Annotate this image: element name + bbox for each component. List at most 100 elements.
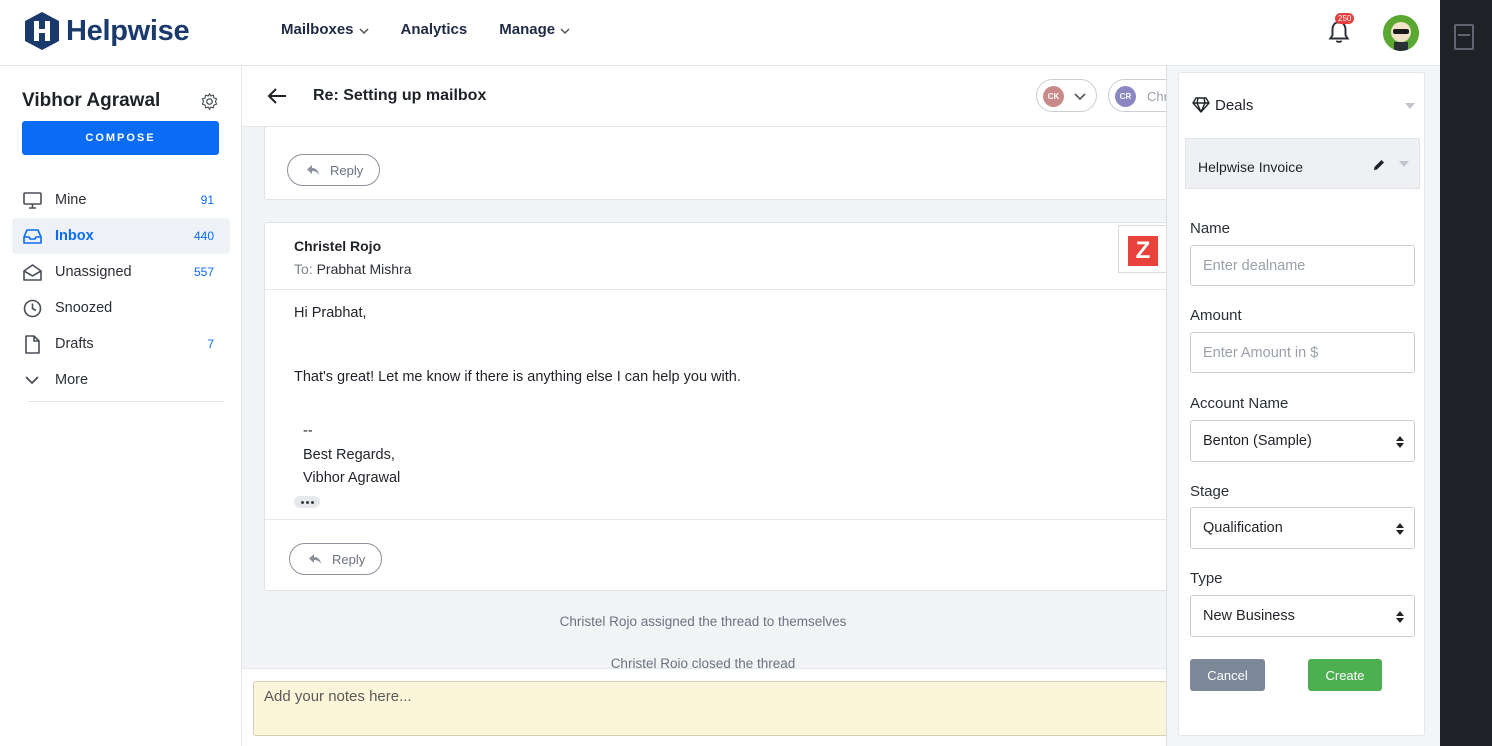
recipient-name: Prabhat Mishra (316, 261, 412, 277)
account-name-value: Benton (Sample) (1203, 433, 1312, 449)
nav-analytics[interactable]: Analytics (401, 21, 468, 38)
open-envelope-icon (22, 262, 42, 282)
compose-button[interactable]: COMPOSE (22, 121, 219, 155)
helpwise-logo-icon (25, 12, 59, 50)
deals-title: Deals (1215, 96, 1254, 114)
notes-input[interactable] (253, 681, 1166, 736)
monitor-icon (22, 190, 42, 210)
back-arrow-icon[interactable] (266, 85, 288, 107)
select-arrows-icon (1396, 611, 1404, 623)
chevron-down-icon (1074, 93, 1086, 101)
select-arrows-icon (1396, 523, 1404, 535)
sidebar-item-label: Unassigned (55, 264, 132, 280)
sidebar-item-snoozed[interactable]: Snoozed (12, 290, 230, 326)
cancel-button[interactable]: Cancel (1190, 659, 1265, 691)
sidebar-item-label: Inbox (55, 228, 94, 244)
reply-icon (307, 165, 319, 175)
sidebar-item-label: More (55, 372, 89, 388)
signature-name: Vibhor Agrawal (303, 470, 401, 486)
create-button[interactable]: Create (1308, 659, 1382, 691)
signature-dash: -- (303, 423, 313, 439)
pencil-icon[interactable] (1372, 158, 1386, 172)
stage-value: Qualification (1203, 520, 1283, 536)
message-recipient: To: Prabhat Mishra (294, 261, 412, 277)
sidebar-item-mine[interactable]: Mine 91 (12, 182, 230, 218)
reply-button[interactable]: Reply (287, 154, 381, 186)
top-navbar: Helpwise Mailboxes Analytics Manage 250 (0, 0, 1440, 66)
clock-icon (22, 298, 42, 318)
deal-name-input[interactable] (1190, 245, 1415, 286)
notes-bar (242, 668, 1166, 746)
sidebar-item-count: 91 (200, 193, 214, 207)
zoho-crm-button[interactable]: Z (1118, 225, 1166, 273)
assignee-avatar: CK (1043, 86, 1064, 107)
sidebar-item-inbox[interactable]: Inbox 440 (12, 218, 230, 254)
footer-divider (265, 519, 1166, 520)
sidebar: Vibhor Agrawal COMPOSE Mine 91 Inbox 440… (0, 66, 242, 746)
sidebar-item-count: 440 (193, 229, 214, 243)
sidebar-item-drafts[interactable]: Drafts 7 (12, 326, 230, 362)
type-label: Type (1190, 570, 1223, 587)
user-avatar[interactable] (1383, 15, 1419, 51)
reply-icon (309, 554, 321, 564)
chevron-down-icon (22, 370, 42, 390)
header-divider (265, 289, 1166, 290)
inbox-icon (22, 226, 42, 246)
notification-badge: 250 (1335, 13, 1355, 24)
thread-header: Re: Setting up mailbox CK CR Chr (242, 66, 1166, 127)
reply-label: Reply (332, 551, 366, 567)
nav-mailboxes-label: Mailboxes (281, 21, 354, 38)
previous-message-card: Reply (264, 126, 1166, 200)
file-icon (22, 334, 42, 354)
gear-icon[interactable] (200, 92, 219, 111)
panel-toggle-icon[interactable] (1454, 24, 1474, 50)
account-name-select[interactable]: Benton (Sample) (1190, 420, 1415, 462)
sidebar-item-label: Drafts (55, 336, 94, 352)
zoho-icon: Z (1128, 236, 1158, 266)
sidebar-item-more[interactable]: More (12, 362, 230, 398)
name-label: Name (1190, 220, 1231, 237)
message-body: That's great! Let me know if there is an… (294, 369, 741, 385)
pipeline-name: Helpwise Invoice (1198, 159, 1304, 175)
amount-input[interactable] (1190, 332, 1415, 373)
thread-subject: Re: Setting up mailbox (313, 87, 487, 104)
reply-button[interactable]: Reply (289, 543, 383, 575)
select-arrows-icon (1396, 436, 1404, 448)
nav-manage[interactable]: Manage (499, 21, 570, 38)
show-quoted-button[interactable] (294, 496, 320, 508)
chevron-down-icon (359, 28, 369, 35)
deals-header[interactable]: Deals (1192, 96, 1253, 114)
pipeline-selector[interactable]: Helpwise Invoice (1185, 138, 1420, 189)
message-sender: Christel Rojo (294, 238, 382, 254)
signature-regards: Best Regards, (303, 447, 395, 463)
account-name-label: Account Name (1190, 395, 1289, 412)
sidebar-item-count: 7 (207, 337, 214, 351)
chevron-down-icon (560, 28, 570, 35)
collaborator-dropdown[interactable]: CR Chr (1108, 79, 1166, 112)
thread-view: Reply Christel Rojo To: Prabhat Mishra Z… (242, 66, 1166, 746)
activity-log-item: Christel Rojo assigned the thread to the… (559, 614, 847, 629)
sidebar-item-unassigned[interactable]: Unassigned 557 (12, 254, 230, 290)
main-nav: Mailboxes Analytics Manage (281, 21, 602, 38)
pipeline-caret-icon[interactable] (1399, 161, 1409, 167)
reply-label: Reply (330, 162, 364, 178)
sidebar-user-name: Vibhor Agrawal (22, 90, 161, 111)
nav-mailboxes[interactable]: Mailboxes (281, 21, 369, 38)
assignee-dropdown[interactable]: CK (1036, 79, 1097, 112)
type-select[interactable]: New Business (1190, 595, 1415, 637)
collapse-caret-icon[interactable] (1405, 103, 1415, 109)
message-card: Christel Rojo To: Prabhat Mishra Z Hi Pr… (264, 222, 1166, 591)
collaborator-name: Chr (1147, 89, 1166, 104)
stage-select[interactable]: Qualification (1190, 507, 1415, 549)
diamond-icon (1192, 97, 1210, 113)
collaborator-avatar: CR (1115, 86, 1136, 107)
stage-label: Stage (1190, 483, 1230, 500)
to-label: To: (294, 261, 313, 277)
amount-label: Amount (1190, 307, 1242, 324)
helpwise-logo[interactable]: Helpwise (22, 11, 190, 51)
deals-card: Deals Helpwise Invoice Name Amount Accou… (1178, 72, 1425, 736)
sidebar-item-label: Snoozed (55, 300, 113, 316)
type-value: New Business (1203, 608, 1295, 624)
avatar-image (1383, 15, 1419, 51)
right-dark-strip (1440, 0, 1492, 746)
